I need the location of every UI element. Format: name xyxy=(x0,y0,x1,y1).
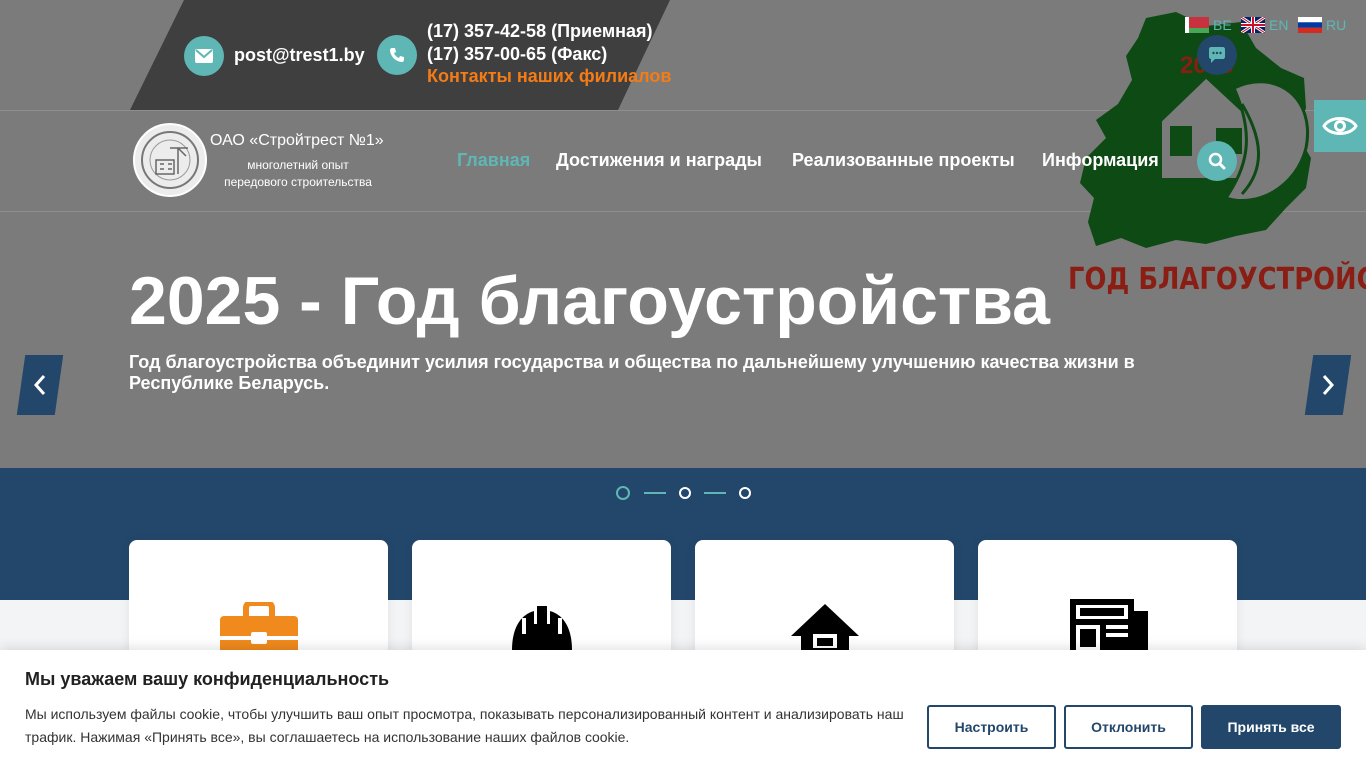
phone-fax[interactable]: (17) 357-00-65 (Факс) xyxy=(427,44,607,65)
phone-reception[interactable]: (17) 357-42-58 (Приемная) xyxy=(427,21,653,42)
slider-dash xyxy=(704,492,726,494)
cookie-title: Мы уважаем вашу конфиденциальность xyxy=(25,669,390,689)
belarus-flag-icon xyxy=(1185,17,1209,33)
lang-ru-label: RU xyxy=(1326,17,1347,33)
chevron-left-icon xyxy=(33,375,46,395)
chevron-right-icon xyxy=(1322,375,1335,395)
email-link[interactable]: post@trest1.by xyxy=(234,45,365,66)
nav-information[interactable]: Информация xyxy=(1042,150,1159,171)
branches-contacts-link[interactable]: Контакты наших филиалов xyxy=(427,66,671,87)
newspaper-icon xyxy=(1070,599,1148,657)
uk-flag-icon xyxy=(1241,17,1265,33)
cookie-customize-button[interactable]: Настроить xyxy=(927,705,1056,749)
nav-projects[interactable]: Реализованные проекты xyxy=(792,150,1015,171)
email-icon[interactable] xyxy=(184,36,224,76)
lang-en[interactable]: EN xyxy=(1241,17,1288,33)
company-logo[interactable] xyxy=(133,123,207,197)
slider-pagination xyxy=(616,486,756,501)
lang-be-label: BE xyxy=(1213,17,1232,33)
cookie-reject-button[interactable]: Отклонить xyxy=(1064,705,1193,749)
lang-en-label: EN xyxy=(1269,17,1289,33)
slider-dot-2[interactable] xyxy=(679,487,691,499)
slider-dash xyxy=(644,492,666,494)
slider-dot-3[interactable] xyxy=(739,487,751,499)
slider-dot-1[interactable] xyxy=(616,486,630,500)
emblem-caption: ГОД БЛАГОУСТРОЙСТВА xyxy=(1068,262,1366,297)
hard-hat-icon xyxy=(512,606,572,650)
russia-flag-icon xyxy=(1298,17,1322,33)
cookie-accept-button[interactable]: Принять все xyxy=(1201,705,1341,749)
nav-achievements[interactable]: Достижения и награды xyxy=(556,150,762,171)
nav-home[interactable]: Главная xyxy=(457,150,530,171)
lang-be[interactable]: BE xyxy=(1185,17,1232,33)
company-tagline: многолетний опыт передового строительств… xyxy=(224,158,372,189)
hero-title: 2025 - Год благоустройства xyxy=(129,263,1050,339)
chat-icon[interactable] xyxy=(1197,35,1237,75)
company-name: ОАО «Стройтрест №1» xyxy=(210,132,384,149)
cookie-text: Мы используем файлы cookie, чтобы улучши… xyxy=(25,706,904,745)
accessibility-eye-icon[interactable] xyxy=(1314,100,1366,152)
hero-description: Год благоустройства объединит усилия гос… xyxy=(129,352,1135,393)
phone-icon[interactable] xyxy=(377,35,417,75)
lang-ru[interactable]: RU xyxy=(1298,17,1346,33)
cookie-consent-banner: Мы уважаем вашу конфиденциальность Мы ис… xyxy=(0,650,1366,768)
search-icon[interactable] xyxy=(1197,141,1237,181)
